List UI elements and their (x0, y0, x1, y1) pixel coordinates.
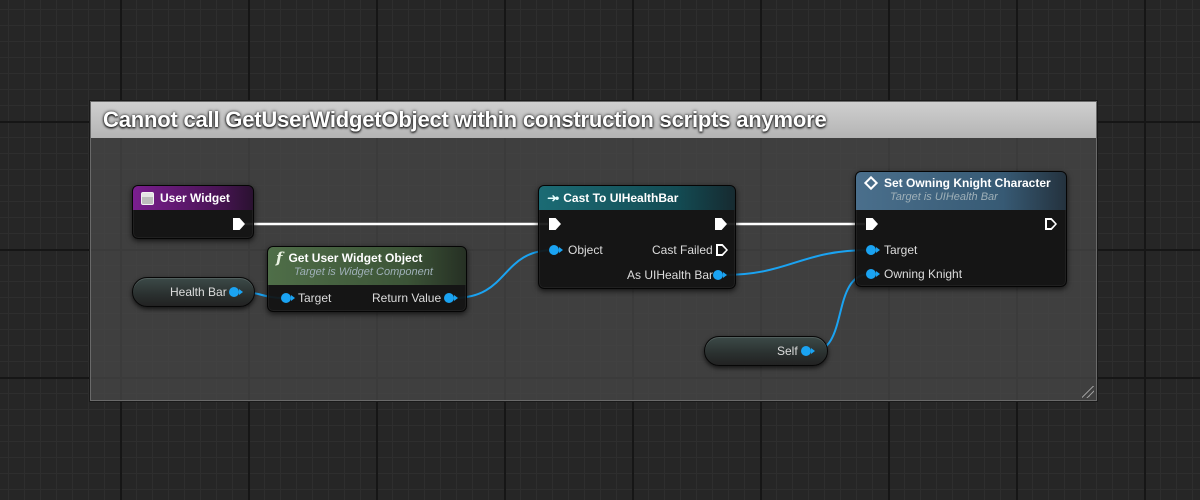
node-user-widget-header[interactable]: User Widget (133, 186, 253, 210)
widget-icon (141, 191, 154, 205)
target-pin-label: Target (298, 291, 332, 305)
node-cast-title: Cast To UIHealthBar (563, 191, 679, 205)
node-get-user-widget-object[interactable]: f Get User Widget Object Target is Widge… (267, 246, 467, 312)
object-pin-label: Object (568, 243, 603, 257)
node-get-user-widget-object-header[interactable]: f Get User Widget Object Target is Widge… (268, 247, 466, 285)
comment-title[interactable]: Cannot call GetUserWidgetObject within c… (91, 102, 1096, 138)
as-uihealthbar-pin-label: As UIHealth Bar (627, 268, 714, 282)
node-cast-to-uihealthbar[interactable]: ➜• Cast To UIHealthBar Object Cast Faile… (538, 185, 736, 289)
health-bar-label: Health Bar (170, 285, 227, 299)
node-cast-header[interactable]: ➜• Cast To UIHealthBar (539, 186, 735, 210)
health-bar-output-pin[interactable] (229, 287, 243, 297)
node-set-owning-knight-header[interactable]: Set Owning Knight Character Target is UI… (856, 172, 1066, 210)
self-output-pin[interactable] (801, 346, 815, 356)
node-user-widget[interactable]: User Widget (132, 185, 254, 239)
owning-knight-pin-label: Owning Knight (884, 267, 963, 281)
self-label: Self (777, 344, 798, 358)
cast-exec-out-pin[interactable] (715, 218, 727, 230)
cast-exec-in-pin[interactable] (549, 218, 561, 230)
target-input-pin[interactable] (281, 293, 295, 303)
variable-self[interactable]: Self (704, 336, 828, 366)
exec-out-pin[interactable] (233, 218, 245, 230)
owning-knight-input-pin[interactable] (866, 269, 880, 279)
cast-failed-exec-pin[interactable] (716, 244, 728, 256)
blueprint-graph-canvas[interactable]: Cannot call GetUserWidgetObject within c… (0, 0, 1200, 500)
return-value-output-pin[interactable] (444, 293, 458, 303)
node-set-owning-knight-character[interactable]: Set Owning Knight Character Target is UI… (855, 171, 1067, 287)
set-exec-out-pin[interactable] (1045, 218, 1057, 230)
set-exec-in-pin[interactable] (866, 218, 878, 230)
cast-icon: ➜• (547, 191, 559, 205)
variable-health-bar[interactable]: Health Bar (132, 277, 255, 307)
object-input-pin[interactable] (549, 245, 563, 255)
node-get-user-widget-object-subtitle: Target is Widget Component (294, 266, 433, 278)
cast-failed-pin-label: Cast Failed (652, 243, 713, 257)
node-user-widget-title: User Widget (160, 191, 230, 205)
function-icon: f (276, 249, 283, 267)
comment-resize-grip[interactable] (1082, 386, 1094, 398)
node-set-owning-knight-subtitle: Target is UIHealth Bar (890, 191, 998, 203)
set-target-pin-label: Target (884, 243, 918, 257)
return-value-pin-label: Return Value (372, 291, 442, 305)
diamond-icon (863, 175, 879, 191)
as-uihealthbar-output-pin[interactable] (713, 270, 727, 280)
node-set-owning-knight-title: Set Owning Knight Character (884, 176, 1051, 190)
set-target-input-pin[interactable] (866, 245, 880, 255)
node-get-user-widget-object-title: Get User Widget Object (288, 251, 423, 265)
